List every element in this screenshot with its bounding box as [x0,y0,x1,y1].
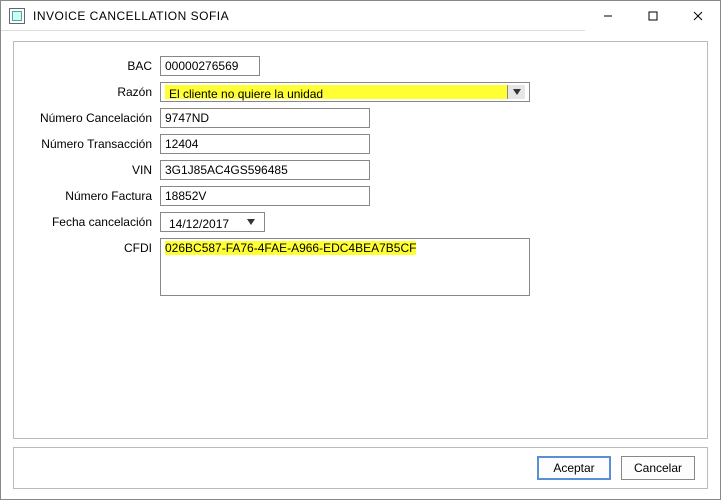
titlebar: INVOICE CANCELLATION SOFIA [1,1,720,31]
label-vin: VIN [32,160,160,177]
num-cancelacion-input[interactable] [160,108,370,128]
num-factura-input[interactable] [160,186,370,206]
fecha-cancelacion-value: 14/12/2017 [165,215,242,229]
label-razon: Razón [32,82,160,99]
vin-input[interactable] [160,160,370,180]
footer-panel: Aceptar Cancelar [13,447,708,489]
num-transaccion-input[interactable] [160,134,370,154]
label-cfdi: CFDI [32,238,160,255]
window-title: INVOICE CANCELLATION SOFIA [33,9,585,23]
cfdi-value: 026BC587-FA76-4FAE-A966-EDC4BEA7B5CF [165,241,416,255]
label-bac: BAC [32,56,160,73]
cancel-button[interactable]: Cancelar [621,456,695,480]
chevron-down-icon[interactable] [242,215,260,229]
app-icon [9,8,25,24]
minimize-button[interactable] [585,1,630,31]
fecha-cancelacion-datepicker[interactable]: 14/12/2017 [160,212,265,232]
label-num-factura: Número Factura [32,186,160,203]
label-num-cancelacion: Número Cancelación [32,108,160,125]
close-button[interactable] [675,1,720,31]
accept-button[interactable]: Aceptar [537,456,611,480]
razon-value: El cliente no quiere la unidad [165,85,507,99]
bac-input[interactable] [160,56,260,76]
label-fecha-cancelacion: Fecha cancelación [32,212,160,229]
chevron-down-icon[interactable] [507,85,525,99]
maximize-button[interactable] [630,1,675,31]
cfdi-textarea[interactable]: 026BC587-FA76-4FAE-A966-EDC4BEA7B5CF [160,238,530,296]
label-num-transaccion: Número Transacción [32,134,160,151]
form-panel: BAC Razón El cliente no quiere la unidad… [13,41,708,439]
razon-select[interactable]: El cliente no quiere la unidad [160,82,530,102]
